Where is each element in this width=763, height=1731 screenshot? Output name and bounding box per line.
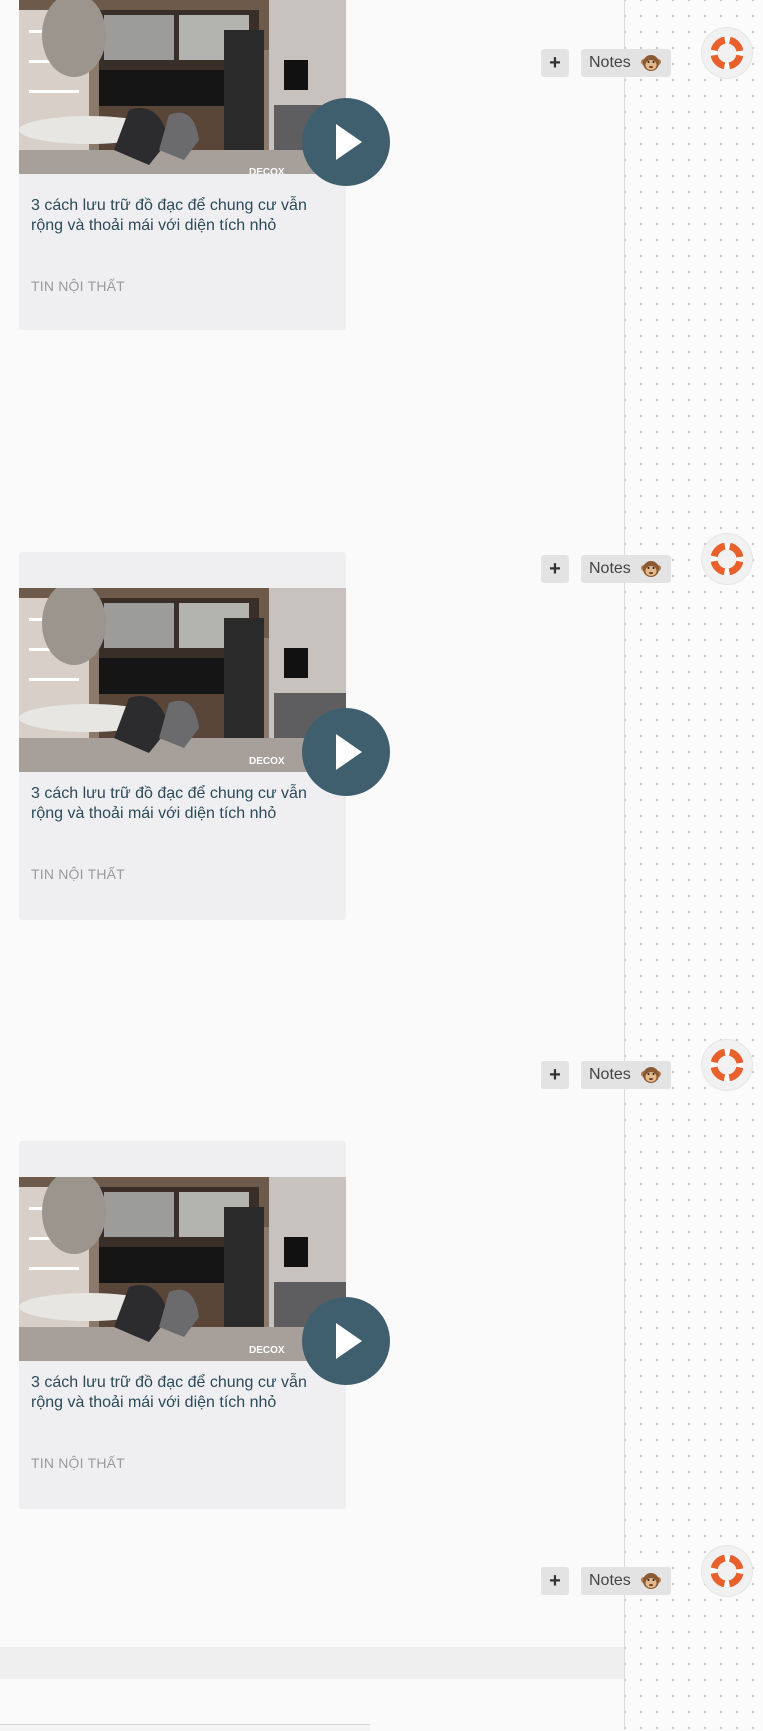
- kitchen-image: DECOX: [19, 0, 346, 174]
- notes-button[interactable]: Notes: [581, 1061, 671, 1089]
- notes-label: Notes: [589, 1572, 631, 1589]
- image-watermark: DECOX: [249, 1345, 285, 1356]
- kitchen-image: DECOX: [19, 588, 346, 772]
- article-thumbnail[interactable]: DECOX: [19, 0, 346, 174]
- article-card[interactable]: DECOX 3 cách lưu trữ đồ đạc để chung cư …: [19, 1141, 390, 1509]
- article-title[interactable]: 3 cách lưu trữ đồ đạc để chung cư vẫn rộ…: [31, 196, 321, 236]
- notes-canvas-panel[interactable]: [624, 0, 763, 1730]
- play-icon: [336, 1323, 362, 1359]
- notes-label: Notes: [589, 54, 631, 71]
- play-button[interactable]: [302, 98, 390, 186]
- monkey-icon: [640, 561, 661, 577]
- add-button[interactable]: +: [541, 49, 569, 77]
- notes-label: Notes: [589, 1066, 631, 1083]
- notes-button[interactable]: Notes: [581, 1567, 671, 1595]
- image-watermark: DECOX: [249, 167, 285, 174]
- lifebuoy-icon: [711, 37, 743, 69]
- add-button[interactable]: +: [541, 1061, 569, 1089]
- notes-button[interactable]: Notes: [581, 555, 671, 583]
- help-button[interactable]: [701, 1545, 753, 1597]
- monkey-icon: [640, 55, 661, 71]
- article-title[interactable]: 3 cách lưu trữ đồ đạc để chung cư vẫn rộ…: [31, 784, 321, 824]
- monkey-icon: [640, 1067, 661, 1083]
- article-title[interactable]: 3 cách lưu trữ đồ đạc để chung cư vẫn rộ…: [31, 1373, 321, 1413]
- image-watermark: DECOX: [249, 756, 285, 767]
- article-category[interactable]: TIN NỘI THẤT: [31, 278, 125, 294]
- play-button[interactable]: [302, 1297, 390, 1385]
- article-thumbnail[interactable]: DECOX: [19, 588, 346, 772]
- help-button[interactable]: [701, 1039, 753, 1091]
- play-icon: [336, 124, 362, 160]
- article-card[interactable]: DECOX 3 cách lưu trữ đồ đạc để chung cư …: [19, 552, 390, 920]
- notes-label: Notes: [589, 560, 631, 577]
- section-divider: [0, 1647, 624, 1679]
- lifebuoy-icon: [711, 1049, 743, 1081]
- add-button[interactable]: +: [541, 555, 569, 583]
- monkey-icon: [640, 1573, 661, 1589]
- lifebuoy-icon: [711, 543, 743, 575]
- notes-button[interactable]: Notes: [581, 49, 671, 77]
- play-icon: [336, 734, 362, 770]
- article-card[interactable]: DECOX 3 cách lưu trữ đồ đạc để chung cư …: [19, 0, 390, 330]
- help-button[interactable]: [701, 27, 753, 79]
- kitchen-image: DECOX: [19, 1177, 346, 1361]
- article-category[interactable]: TIN NỘI THẤT: [31, 866, 125, 882]
- article-thumbnail[interactable]: DECOX: [19, 1177, 346, 1361]
- article-category[interactable]: TIN NỘI THẤT: [31, 1455, 125, 1471]
- help-button[interactable]: [701, 533, 753, 585]
- lifebuoy-icon: [711, 1555, 743, 1587]
- add-button[interactable]: +: [541, 1567, 569, 1595]
- play-button[interactable]: [302, 708, 390, 796]
